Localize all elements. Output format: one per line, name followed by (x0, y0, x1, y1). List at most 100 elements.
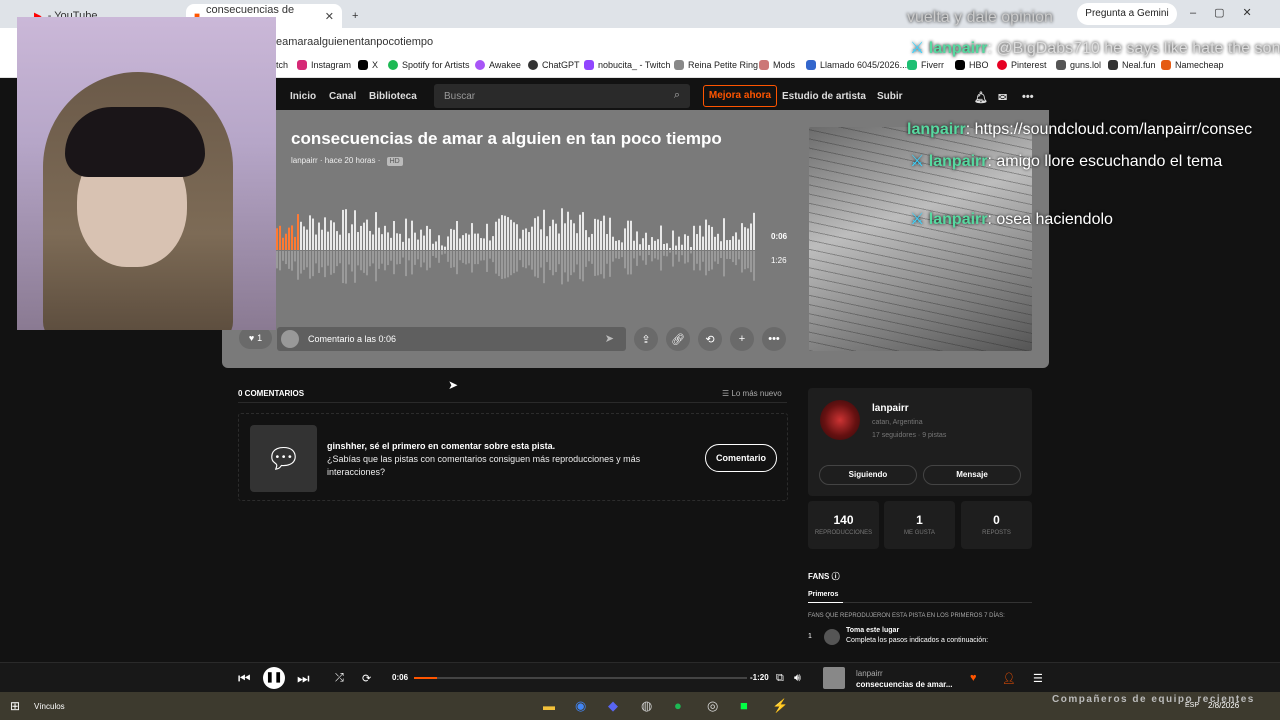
nav-feed[interactable]: Canal (329, 91, 356, 102)
bookmark-item[interactable]: Awakee (475, 60, 521, 70)
repost-button[interactable]: ⟲ (698, 327, 722, 351)
waveform-reflection (576, 251, 578, 265)
waveform-reflection (465, 251, 467, 265)
folder-icon[interactable]: ▬ (543, 699, 555, 713)
bookmark-item[interactable]: X (358, 60, 378, 70)
waveform-bar (426, 225, 428, 250)
next-icon[interactable]: ⏭ (297, 670, 310, 687)
previous-icon[interactable]: ⏮ (238, 670, 251, 687)
nav-artist-studio[interactable]: Estudio de artista (782, 91, 866, 102)
close-tab-icon[interactable]: ✕ (325, 10, 334, 23)
bookmark-item[interactable]: Spotify for Artists (388, 60, 470, 70)
discord-icon[interactable]: ◆ (608, 698, 618, 714)
waveform-reflection (552, 251, 554, 276)
bookmark-item[interactable]: Neal.fun (1108, 60, 1156, 70)
waveform-reflection (558, 251, 560, 265)
search-icon[interactable]: ⌕ (674, 89, 680, 102)
bookmark-item[interactable]: Pinterest (997, 60, 1047, 70)
messages-icon[interactable]: ✉ (998, 91, 1007, 104)
bookmark-item[interactable]: guns.lol (1056, 60, 1101, 70)
waveform-reflection (489, 251, 491, 259)
waveform-bar (507, 217, 509, 250)
liked-heart-icon[interactable]: ♥ (970, 672, 977, 684)
new-tab-button[interactable]: + (344, 4, 366, 28)
upgrade-button[interactable]: Mejora ahora (703, 85, 777, 107)
nav-home[interactable]: Inicio (290, 91, 316, 102)
artist-avatar[interactable] (820, 400, 860, 440)
volume-icon[interactable]: 🔊︎ (794, 672, 801, 685)
gemini-button[interactable]: Pregunta a Gemini (1077, 3, 1177, 25)
queue-icon[interactable]: ☰ (1033, 672, 1043, 685)
waveform-bar (750, 223, 752, 250)
following-button[interactable]: Siguiendo (819, 465, 917, 485)
language-indicator[interactable]: ESP (1185, 702, 1199, 709)
notifications-icon[interactable]: 🔔︎ (974, 91, 988, 104)
waveform-bar (501, 215, 503, 250)
comment-button[interactable]: Comentario (705, 444, 777, 472)
track-artist[interactable]: lanpairr (291, 156, 318, 165)
player-artist[interactable]: lanpairr (856, 669, 883, 678)
waveform-reflection (345, 251, 347, 284)
bookmark-item[interactable]: tch (276, 60, 288, 70)
info-icon[interactable]: ⓘ (832, 572, 840, 581)
nav-library[interactable]: Biblioteca (369, 91, 417, 102)
waveform[interactable] (276, 200, 756, 290)
pause-button[interactable]: ❚❚ (263, 667, 285, 689)
window-controls[interactable]: –▢✕ (1190, 6, 1270, 19)
bookmark-item[interactable]: Llamado 6045/2026... (806, 60, 907, 70)
sort-dropdown[interactable]: ☰ Lo más nuevo (722, 389, 782, 398)
spotify-icon[interactable]: ● (674, 698, 682, 713)
share-button[interactable]: ⇪ (634, 327, 658, 351)
waveform-reflection (444, 251, 446, 254)
bookmark-item[interactable]: Mods (759, 60, 795, 70)
comment-input[interactable]: Comentario a las 0:06 ➤ (277, 327, 626, 351)
tab-first-fans[interactable]: Primeros (808, 591, 838, 598)
player-artwork[interactable] (823, 667, 845, 689)
waveform-reflection (471, 251, 473, 273)
chrome-icon[interactable]: ◉ (575, 698, 586, 714)
obs-icon[interactable]: ◎ (707, 698, 718, 714)
bookmark-item[interactable]: nobucita_ - Twitch (584, 60, 670, 70)
waveform-bar (714, 236, 716, 250)
app-icon[interactable]: ■ (740, 698, 748, 713)
waveform-reflection (741, 251, 743, 273)
bookmark-item[interactable]: Reina Petite Ring (674, 60, 758, 70)
follow-icon[interactable]: 👤︎ (1002, 672, 1016, 685)
more-icon[interactable]: ••• (1022, 91, 1034, 103)
steam-icon[interactable]: ◍ (641, 698, 652, 714)
shuffle-icon[interactable]: ⤮ (335, 672, 344, 685)
waveform-bar (387, 232, 389, 250)
links-toolbar[interactable]: Vínculos (34, 702, 65, 711)
repeat-icon[interactable]: ⟳ (362, 672, 371, 685)
stat-likes: 1 ME GUSTA (884, 501, 955, 549)
app-icon[interactable]: ⚡ (772, 698, 788, 714)
send-icon[interactable]: ➤ (605, 332, 614, 345)
bookmark-item[interactable]: Instagram (297, 60, 351, 70)
nav-upload[interactable]: Subir (877, 91, 903, 102)
progress-bar[interactable] (414, 677, 747, 679)
like-button[interactable]: ♥ 1 (239, 327, 272, 349)
waveform-reflection (438, 251, 440, 263)
waveform-bar (588, 237, 590, 250)
url-text[interactable]: eamaraalguienentanpocotiempo (276, 36, 433, 48)
message-button[interactable]: Mensaje (923, 465, 1021, 485)
bookmark-item[interactable]: Fiverr (907, 60, 944, 70)
more-options-button[interactable]: ••• (762, 327, 786, 351)
search-input[interactable]: Buscar ⌕ (434, 84, 690, 108)
bookmark-item[interactable]: Namecheap (1161, 60, 1224, 70)
heart-icon: ♥ (248, 333, 255, 343)
waveform-reflection (642, 251, 644, 261)
waveform-bar (432, 243, 434, 250)
artist-name[interactable]: lanpairr (872, 403, 909, 414)
bookmark-item[interactable]: HBO (955, 60, 989, 70)
waveform-reflection (282, 251, 284, 261)
clock[interactable]: 2/8/2026 (1208, 701, 1239, 710)
cast-icon[interactable]: ⧉ (776, 672, 784, 685)
copy-link-button[interactable]: 🔗︎ (666, 327, 690, 351)
add-to-playlist-button[interactable]: + (730, 327, 754, 351)
bookmark-item[interactable]: ChatGPT (528, 60, 580, 70)
waveform-bar (702, 236, 704, 250)
windows-start-icon[interactable]: ⊞ (10, 699, 20, 713)
waveform-reflection (681, 251, 683, 256)
player-title[interactable]: consecuencias de amar... (856, 680, 953, 689)
